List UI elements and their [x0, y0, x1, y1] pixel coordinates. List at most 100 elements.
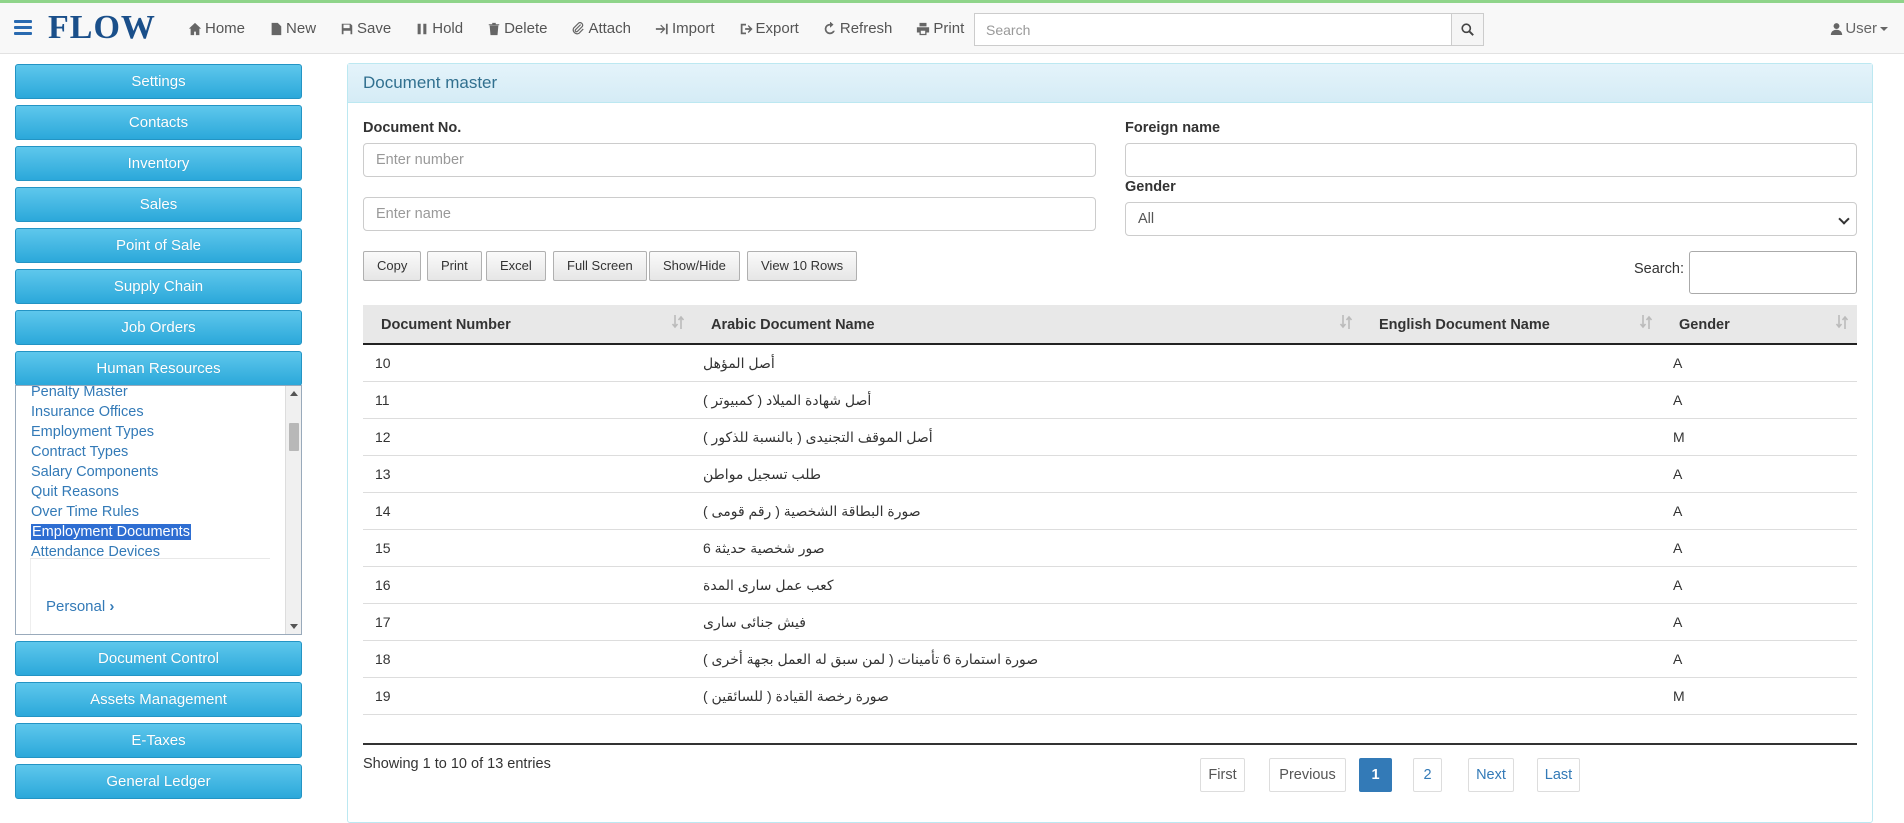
global-search-input[interactable]: [974, 13, 1451, 46]
table-search-input[interactable]: [1689, 251, 1857, 294]
table-cell: [1361, 419, 1661, 455]
submenu-link-penalty-master[interactable]: Penalty Master: [31, 386, 128, 400]
document-name-input[interactable]: Enter name: [363, 197, 1096, 231]
submenu-link-employment-documents[interactable]: Employment Documents: [31, 524, 191, 540]
table-header: Document Number Arabic Document Name Engli…: [363, 305, 1857, 345]
table-cell: 18: [375, 651, 391, 667]
table-row[interactable]: 18 صورة استمارة 6 تأمينات ( لمن سبق له ال…: [363, 641, 1857, 678]
page-last-button[interactable]: Last: [1537, 758, 1580, 792]
sidebar-module-document-control[interactable]: Document Control: [15, 641, 302, 676]
sidebar-module-inventory[interactable]: Inventory: [15, 146, 302, 181]
import-icon: [655, 23, 668, 34]
table-full-screen-button[interactable]: Full Screen: [553, 251, 647, 281]
table-row[interactable]: 11 أصل شهادة الميلاد ( كمبيوتر ) A: [363, 382, 1857, 419]
table-cell: [1361, 530, 1661, 566]
table-cell: 12: [375, 429, 391, 445]
table-row[interactable]: 19 صورة رخصة القيادة ( للسائقين ) M: [363, 678, 1857, 715]
column-header-gender[interactable]: Gender: [1661, 305, 1857, 343]
table-cell: M: [1673, 688, 1685, 704]
gender-select[interactable]: All: [1125, 202, 1857, 236]
table-cell: A: [1673, 355, 1683, 371]
table-row[interactable]: 13 طلب تسجيل مواطن A: [363, 456, 1857, 493]
nav-attach-button[interactable]: Attach: [559, 3, 643, 54]
submenu-scrollbar[interactable]: [285, 386, 301, 634]
sidebar-module-job-orders[interactable]: Job Orders: [15, 310, 302, 345]
documents-table: Document Number Arabic Document Name Engli…: [363, 305, 1857, 715]
nav-item-label: Delete: [504, 20, 548, 37]
submenu-link-contract-types[interactable]: Contract Types: [31, 444, 128, 460]
search-icon: [1461, 23, 1474, 36]
nav-item-label: New: [286, 20, 317, 37]
column-header-arabic-document-name[interactable]: Arabic Document Name: [693, 305, 1361, 343]
table-cell: [1361, 493, 1661, 529]
table-row[interactable]: 12 أصل الموقف التجنيدى ( بالنسبة للذكور )…: [363, 419, 1857, 456]
submenu-link-employment-types[interactable]: Employment Types: [31, 424, 154, 440]
scroll-down-icon[interactable]: [290, 624, 298, 629]
sidebar-module-sales[interactable]: Sales: [15, 187, 302, 222]
global-search: [974, 13, 1484, 46]
submenu-link-insurance-offices[interactable]: Insurance Offices: [31, 404, 144, 420]
sidebar: Settings Contacts Inventory Sales Point of S…: [15, 64, 302, 805]
nav-refresh-button[interactable]: Refresh: [811, 3, 905, 54]
table-cell: فيش جنائى سارى: [703, 614, 806, 630]
table-row[interactable]: 10 أصل المؤهل A: [363, 345, 1857, 382]
table-print-button[interactable]: Print: [427, 251, 482, 281]
nav-import-button[interactable]: Import: [643, 3, 727, 54]
menu-toggle-icon[interactable]: [14, 20, 32, 36]
gender-selected-value: All: [1138, 211, 1155, 227]
table-view-10-rows-button[interactable]: View 10 Rows: [747, 251, 858, 281]
table-cell: 13: [375, 466, 391, 482]
nav-print-button[interactable]: Print: [904, 3, 976, 54]
page-2-button[interactable]: 2: [1413, 758, 1442, 792]
sidebar-module-e-taxes[interactable]: E-Taxes: [15, 723, 302, 758]
page-next-button[interactable]: Next: [1468, 758, 1514, 792]
scroll-up-icon[interactable]: [290, 391, 298, 396]
table-cell: [1361, 641, 1661, 677]
table-cell: 11: [375, 392, 390, 408]
page-1-button[interactable]: 1: [1359, 758, 1392, 792]
scroll-thumb[interactable]: [289, 423, 299, 451]
user-menu[interactable]: User: [1830, 3, 1888, 54]
sidebar-module-contacts[interactable]: Contacts: [15, 105, 302, 140]
sidebar-module-supply-chain[interactable]: Supply Chain: [15, 269, 302, 304]
export-icon: [740, 23, 753, 34]
toolbar-actions: Home New Save Hold Delete Attach Import Export R…: [176, 3, 976, 54]
document-no-input[interactable]: Enter number: [363, 143, 1096, 177]
page-previous-button[interactable]: Previous: [1269, 758, 1346, 792]
nav-export-button[interactable]: Export: [727, 3, 811, 54]
nav-delete-button[interactable]: Delete: [475, 3, 559, 54]
table-row[interactable]: 16 كعب عمل سارى المدة A: [363, 567, 1857, 604]
nav-hold-button[interactable]: Hold: [403, 3, 475, 54]
sidebar-module-general-ledger[interactable]: General Ledger: [15, 764, 302, 799]
submenu-link-quit-reasons[interactable]: Quit Reasons: [31, 484, 119, 500]
submenu-link-over-time-rules[interactable]: Over Time Rules: [31, 504, 139, 520]
search-button[interactable]: [1451, 13, 1484, 46]
table-copy-button[interactable]: Copy: [363, 251, 422, 281]
sidebar-module-settings[interactable]: Settings: [15, 64, 302, 99]
table-body: 10 أصل المؤهل A 11 أصل شهادة الميلاد ( كمبيو…: [363, 345, 1857, 715]
table-excel-button[interactable]: Excel: [486, 251, 546, 281]
submenu-link-salary-components[interactable]: Salary Components: [31, 464, 158, 480]
column-header-document-number[interactable]: Document Number: [363, 305, 693, 343]
nav-save-button[interactable]: Save: [328, 3, 403, 54]
sidebar-module-assets-management[interactable]: Assets Management: [15, 682, 302, 717]
table-cell: 10: [375, 355, 391, 371]
table-row[interactable]: 17 فيش جنائى سارى A: [363, 604, 1857, 641]
save-icon: [341, 23, 353, 34]
table-cell: 17: [375, 614, 391, 630]
table-show-hide-button[interactable]: Show/Hide: [649, 251, 740, 281]
print-icon: [917, 22, 930, 35]
sidebar-module-point-of-sale[interactable]: Point of Sale: [15, 228, 302, 263]
page-first-button[interactable]: First: [1200, 758, 1245, 792]
flow-logo[interactable]: FLOW: [48, 8, 160, 48]
nav-item-label: Export: [755, 20, 799, 37]
column-header-english-document-name[interactable]: English Document Name: [1361, 305, 1661, 343]
nav-home-button[interactable]: Home: [176, 3, 257, 54]
foreign-name-input[interactable]: [1125, 143, 1857, 177]
sidebar-module-human-resources[interactable]: Human Resources: [15, 351, 302, 386]
nav-item-label: Home: [205, 20, 246, 37]
nav-new-button[interactable]: New: [257, 3, 328, 54]
table-row[interactable]: 15 صور شخصية حديثة 6 A: [363, 530, 1857, 567]
personal-link[interactable]: Personal ›: [46, 598, 114, 615]
table-row[interactable]: 14 صورة البطاقة الشخصية ( رقم قومى ) A: [363, 493, 1857, 530]
